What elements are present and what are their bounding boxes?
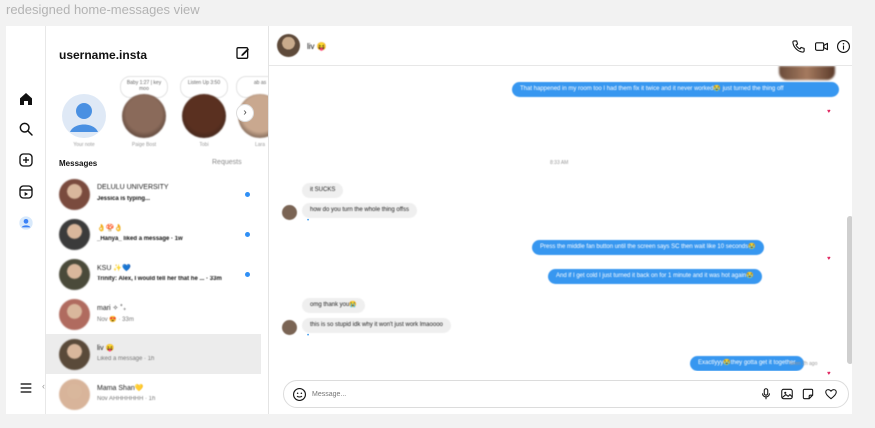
note-name: Paige Bost bbox=[131, 142, 157, 148]
thread-row[interactable]: DELULU UNIVERSITY Jessica is typing... bbox=[46, 174, 261, 214]
message-bubble-incoming[interactable]: how do you turn the whole thing offss bbox=[302, 203, 417, 218]
thread-avatar bbox=[59, 339, 90, 370]
unread-dot bbox=[245, 272, 250, 277]
contact-mini-avatar bbox=[282, 320, 297, 335]
thread-preview: Liked a message · 1h bbox=[97, 356, 155, 362]
heart-reaction-icon: ♥ bbox=[827, 109, 831, 115]
page-caption: redesigned home-messages view bbox=[6, 2, 200, 17]
thread-avatar bbox=[59, 379, 90, 410]
reaction-icon: • bbox=[307, 218, 310, 224]
message-bubble-incoming[interactable]: omg thank you😭 bbox=[302, 298, 365, 313]
unread-dot bbox=[245, 192, 250, 197]
menu-icon[interactable] bbox=[17, 379, 35, 397]
messages-section-title: Messages bbox=[59, 159, 98, 168]
home-icon[interactable] bbox=[17, 90, 35, 108]
reels-icon[interactable] bbox=[17, 183, 35, 201]
thread-name: Mama Shan💛 bbox=[97, 385, 144, 392]
messages-window: username.insta Your note Baby 1:27 | key … bbox=[6, 26, 852, 414]
search-icon[interactable] bbox=[17, 120, 35, 138]
note-avatar[interactable] bbox=[62, 94, 106, 138]
requests-link[interactable]: Requests bbox=[212, 159, 242, 166]
profile-icon[interactable] bbox=[17, 214, 35, 232]
thread-preview: _Hanya_ liked a message · 1w bbox=[97, 236, 183, 242]
thread-name: KSU ✨💙 bbox=[97, 265, 131, 272]
thread-list: DELULU UNIVERSITY Jessica is typing... 👌🍄👌… bbox=[46, 174, 266, 414]
reaction-icon: • bbox=[307, 333, 310, 339]
thread-row[interactable]: KSU ✨💙 Trinity: Alex, I would tell her th… bbox=[46, 254, 261, 294]
message-bubble-incoming[interactable]: it SUCKS bbox=[302, 183, 344, 198]
microphone-icon[interactable] bbox=[759, 387, 774, 402]
shared-photo-message[interactable] bbox=[779, 66, 835, 80]
create-icon[interactable] bbox=[17, 151, 35, 169]
collapse-chevron-icon[interactable]: ‹ bbox=[42, 381, 50, 397]
info-icon[interactable] bbox=[836, 39, 851, 54]
thread-avatar bbox=[59, 219, 90, 250]
thread-preview: Nov 😍 · 33m bbox=[97, 317, 134, 323]
thread-name: DELULU UNIVERSITY bbox=[97, 184, 169, 191]
message-thread: That happened in my room too I had them … bbox=[269, 66, 852, 371]
thread-preview: Trinity: Alex, I would tell her that he … bbox=[97, 276, 222, 282]
notes-tray: Your note Baby 1:27 | key moo Paige Bost Li… bbox=[46, 74, 268, 156]
image-icon[interactable] bbox=[780, 387, 795, 402]
contact-mini-avatar bbox=[282, 205, 297, 220]
note-name: Your note bbox=[73, 142, 95, 148]
account-username[interactable]: username.insta bbox=[59, 48, 147, 62]
thread-preview: Jessica is typing... bbox=[97, 196, 151, 202]
phone-icon[interactable] bbox=[791, 39, 806, 54]
chat-header: liv 😝 bbox=[269, 26, 852, 66]
note-name: Tobi bbox=[199, 142, 209, 148]
chat-scrollbar[interactable] bbox=[847, 216, 852, 364]
thread-row[interactable]: 👌🍄👌 _Hanya_ liked a message · 1w bbox=[46, 214, 261, 254]
chat-contact-name[interactable]: liv 😝 bbox=[307, 42, 327, 51]
message-bubble-outgoing[interactable]: Exactlyyy😭they gotta get it together bbox=[690, 356, 804, 371]
chat-avatar[interactable] bbox=[277, 34, 300, 57]
message-bubble-outgoing[interactable]: That happened in my room too I had them … bbox=[512, 82, 839, 97]
message-bubble-outgoing[interactable]: Press the middle fan button until the sc… bbox=[532, 240, 764, 255]
heart-reaction-icon: ♥ bbox=[827, 371, 831, 377]
thread-name: liv 😝 bbox=[97, 345, 115, 352]
note-name: Lara bbox=[254, 142, 265, 148]
conversation-list-panel: username.insta Your note Baby 1:27 | key … bbox=[46, 26, 269, 414]
thread-row[interactable]: Mama Shan💛 Nov AHHHHHHH · 1h bbox=[46, 374, 261, 414]
thread-name: 👌🍄👌 bbox=[97, 225, 124, 232]
heart-icon[interactable] bbox=[824, 387, 839, 402]
thread-avatar bbox=[59, 179, 90, 210]
message-timestamp: 8:33 AM bbox=[550, 160, 569, 166]
seen-status: Seen 2h ago bbox=[789, 361, 818, 367]
message-bubble-outgoing[interactable]: And if I get cold I just turned it back … bbox=[548, 269, 762, 284]
thread-avatar bbox=[59, 299, 90, 330]
sticker-icon[interactable] bbox=[801, 387, 816, 402]
emoji-icon[interactable] bbox=[292, 387, 307, 402]
video-call-icon[interactable] bbox=[814, 39, 829, 54]
thread-row[interactable]: liv 😝 Liked a message · 1h bbox=[46, 334, 261, 374]
heart-reaction-icon: ♥ bbox=[827, 256, 831, 262]
notes-next-arrow-icon[interactable]: › bbox=[236, 104, 254, 122]
thread-name: mari ✧ ˚₊ bbox=[97, 305, 127, 312]
note-avatar[interactable] bbox=[182, 94, 226, 138]
message-composer bbox=[283, 380, 849, 408]
message-bubble-incoming[interactable]: this is so stupid idk why it won't just … bbox=[302, 318, 451, 333]
thread-preview: Nov AHHHHHHH · 1h bbox=[97, 396, 156, 402]
message-input[interactable] bbox=[312, 387, 712, 402]
unread-dot bbox=[245, 232, 250, 237]
note-avatar[interactable] bbox=[122, 94, 166, 138]
thread-row[interactable]: mari ✧ ˚₊ Nov 😍 · 33m bbox=[46, 294, 261, 334]
compose-icon[interactable] bbox=[235, 45, 251, 61]
thread-avatar bbox=[59, 259, 90, 290]
nav-rail bbox=[6, 26, 46, 414]
chat-pane: liv 😝 That happened in my room too I had… bbox=[269, 26, 852, 414]
